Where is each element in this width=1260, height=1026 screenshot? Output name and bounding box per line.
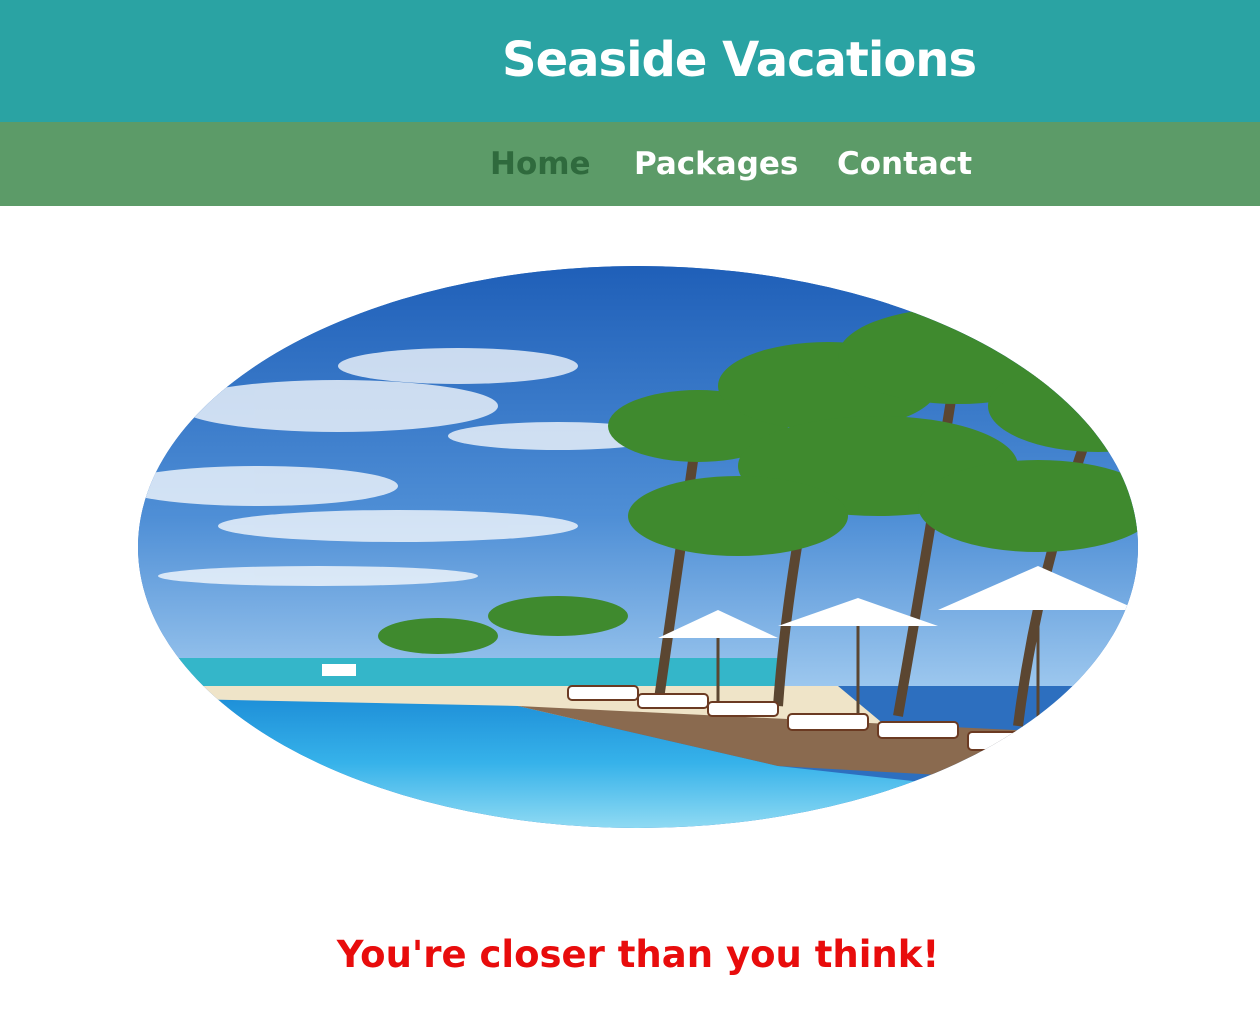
nav-item-packages[interactable]: Packages (634, 142, 798, 186)
resort-pool-illustration (138, 266, 1138, 828)
tagline: You're closer than you think! (336, 933, 940, 976)
nav-item-contact[interactable]: Contact (837, 142, 972, 186)
site-title: Seaside Vacations (502, 32, 977, 88)
main-nav (0, 122, 1260, 206)
nav-item-home[interactable]: Home (490, 142, 591, 186)
hero-image (138, 266, 1138, 828)
